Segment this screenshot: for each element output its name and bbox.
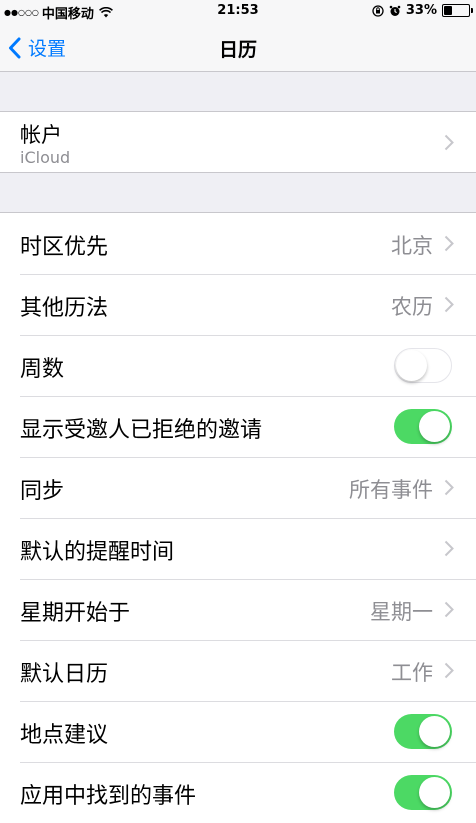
settings-row-week-numbers: 周数: [0, 335, 476, 396]
alarm-icon: [389, 5, 401, 16]
chevron-right-icon: [444, 235, 454, 252]
settings-row-start-week-on[interactable]: 星期开始于 星期一: [0, 579, 476, 640]
calendar-settings-group: 时区优先 北京 其他历法 农历 周数 显示受邀人已拒绝的邀请 同步 所有事件 默…: [0, 212, 476, 823]
chevron-right-icon: [444, 662, 454, 679]
row-label: 周数: [20, 357, 65, 382]
battery-icon: [442, 4, 473, 17]
chevron-right-icon: [444, 134, 454, 151]
toggle-knob: [396, 350, 427, 381]
navigation-bar: 设置 日历: [0, 22, 476, 72]
account-title: 帐户: [20, 123, 62, 147]
row-label: 地点建议: [20, 723, 109, 748]
settings-row-show-declined: 显示受邀人已拒绝的邀请: [0, 396, 476, 457]
settings-row-alternate-calendar[interactable]: 其他历法 农历: [0, 274, 476, 335]
row-label: 同步: [20, 479, 65, 504]
settings-row-sync[interactable]: 同步 所有事件: [0, 457, 476, 518]
chevron-right-icon: [444, 296, 454, 313]
row-label: 显示受邀人已拒绝的邀请: [20, 418, 263, 443]
account-subtitle: iCloud: [20, 148, 71, 167]
show-declined-toggle[interactable]: [394, 409, 452, 444]
row-value: 星期一: [370, 600, 433, 624]
battery-percent: 33%: [405, 3, 437, 18]
settings-row-timezone[interactable]: 时区优先 北京: [0, 213, 476, 274]
row-label: 时区优先: [20, 235, 109, 260]
week-numbers-toggle[interactable]: [394, 348, 452, 383]
status-bar: ●●○○○ 中国移动 21:53 33%: [0, 0, 476, 22]
settings-row-default-calendar[interactable]: 默认日历 工作: [0, 640, 476, 701]
row-value: 工作: [391, 661, 433, 685]
account-row[interactable]: 帐户 iCloud: [0, 112, 476, 172]
row-label: 默认日历: [20, 662, 109, 687]
toggle-knob: [419, 777, 450, 808]
row-label: 默认的提醒时间: [20, 540, 175, 565]
toggle-knob: [419, 716, 450, 747]
events-found-in-apps-toggle[interactable]: [394, 775, 452, 810]
row-value: 农历: [391, 295, 433, 319]
toggle-knob: [419, 411, 450, 442]
settings-row-location-suggestions: 地点建议: [0, 701, 476, 762]
settings-row-events-found-in-apps: 应用中找到的事件: [0, 762, 476, 823]
row-value: 北京: [391, 234, 433, 258]
chevron-right-icon: [444, 479, 454, 496]
row-value: 所有事件: [349, 478, 433, 502]
location-suggestions-toggle[interactable]: [394, 714, 452, 749]
settings-row-default-alert-times[interactable]: 默认的提醒时间: [0, 518, 476, 579]
chevron-right-icon: [444, 601, 454, 618]
row-label: 星期开始于: [20, 601, 131, 626]
row-label: 应用中找到的事件: [20, 784, 197, 809]
row-label: 其他历法: [20, 296, 109, 321]
account-group: 帐户 iCloud: [0, 111, 476, 173]
rotation-lock-icon: [372, 4, 384, 17]
battery-level: [444, 6, 452, 15]
page-title: 日历: [218, 39, 257, 61]
status-right: 33%: [372, 3, 473, 18]
chevron-right-icon: [444, 540, 454, 557]
